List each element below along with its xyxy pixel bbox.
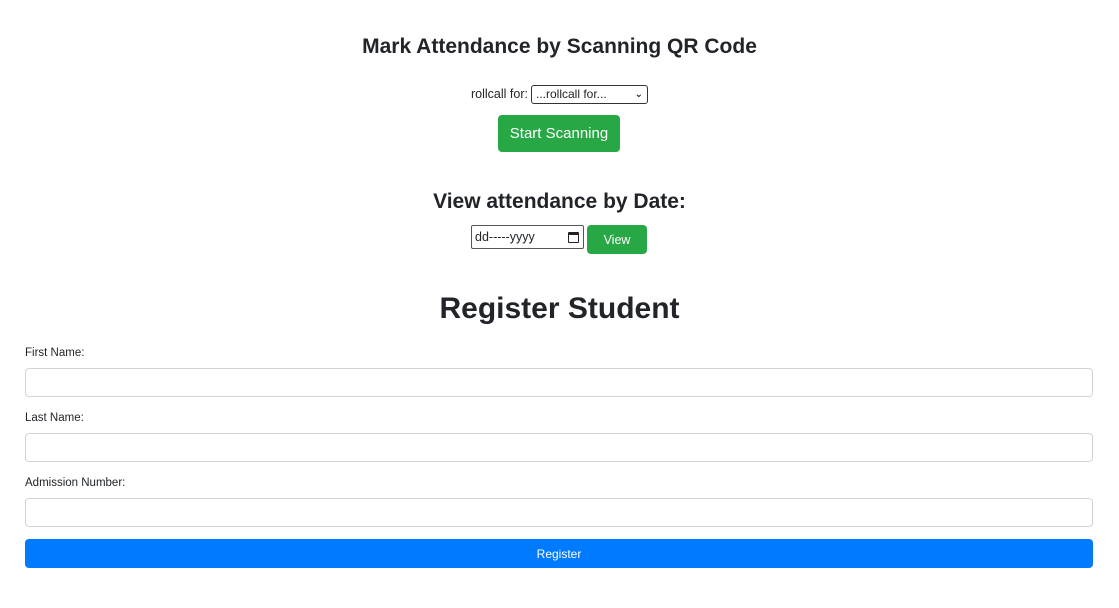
view-button[interactable]: View xyxy=(587,225,647,254)
rollcall-selected-value: ...rollcall for... xyxy=(535,87,607,101)
date-placeholder: dd-----yyyy xyxy=(475,230,535,244)
page: Mark Attendance by Scanning QR Code roll… xyxy=(0,0,1119,608)
attendance-title: Mark Attendance by Scanning QR Code xyxy=(362,35,757,58)
last-name-label: Last Name: xyxy=(25,412,84,424)
admission-number-label: Admission Number: xyxy=(25,477,126,489)
view-attendance-title: View attendance by Date: xyxy=(433,190,686,213)
admission-number-input[interactable] xyxy=(25,498,1093,527)
rollcall-row: rollcall for: ...rollcall for... ⌄ xyxy=(0,84,1119,104)
start-scanning-button[interactable]: Start Scanning xyxy=(498,115,620,152)
register-title: Register Student xyxy=(439,292,680,325)
first-name-label: First Name: xyxy=(25,347,85,359)
date-input[interactable]: dd-----yyyy xyxy=(471,225,584,249)
rollcall-select[interactable]: ...rollcall for... ⌄ xyxy=(530,84,648,104)
rollcall-label: rollcall for: xyxy=(471,87,528,101)
last-name-input[interactable] xyxy=(25,433,1093,462)
register-button[interactable]: Register xyxy=(25,539,1093,568)
calendar-icon[interactable] xyxy=(568,231,579,243)
first-name-input[interactable] xyxy=(25,368,1093,397)
chevron-down-icon: ⌄ xyxy=(634,88,643,100)
